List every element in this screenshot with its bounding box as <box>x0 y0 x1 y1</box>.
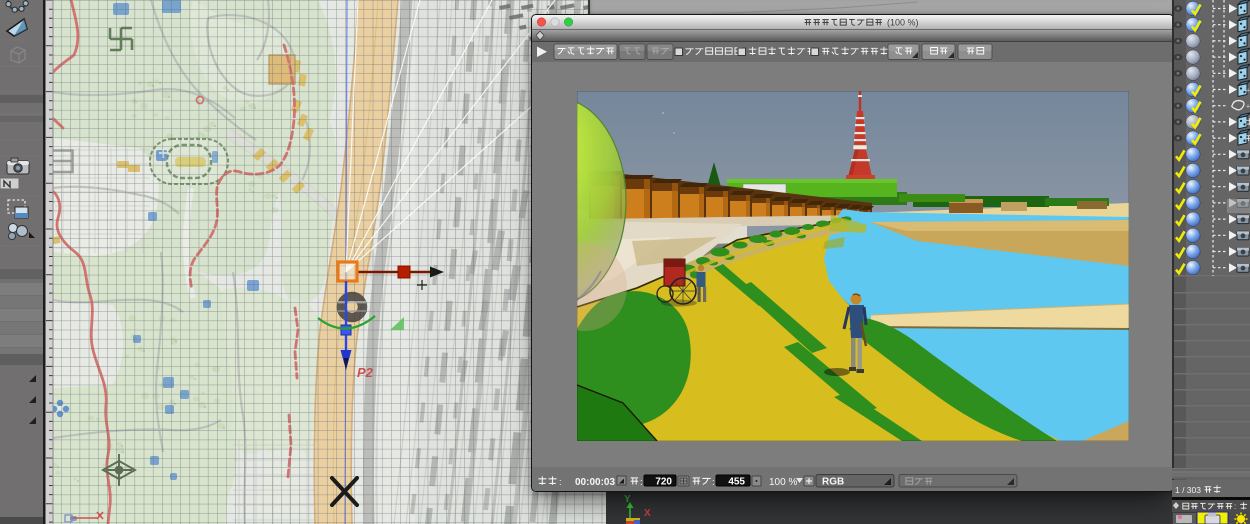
svg-text:(100 %): (100 %) <box>887 18 919 28</box>
svg-text:100 %: 100 % <box>769 477 797 488</box>
svg-text::: : <box>640 477 643 488</box>
svg-text:1 / 303: 1 / 303 <box>1175 485 1201 495</box>
svg-text:P2: P2 <box>357 365 374 380</box>
svg-text:00:00:03: 00:00:03 <box>575 477 615 488</box>
svg-text:+7: +7 <box>1246 88 1250 95</box>
svg-text:+/: +/ <box>1246 104 1250 111</box>
svg-text:X: X <box>644 508 651 519</box>
svg-text:RGB: RGB <box>822 477 844 488</box>
svg-text::: : <box>712 477 715 488</box>
svg-text::: : <box>559 477 562 488</box>
svg-text:720: 720 <box>655 477 672 488</box>
svg-text:455: 455 <box>728 477 745 488</box>
svg-text::: : <box>1234 502 1236 511</box>
